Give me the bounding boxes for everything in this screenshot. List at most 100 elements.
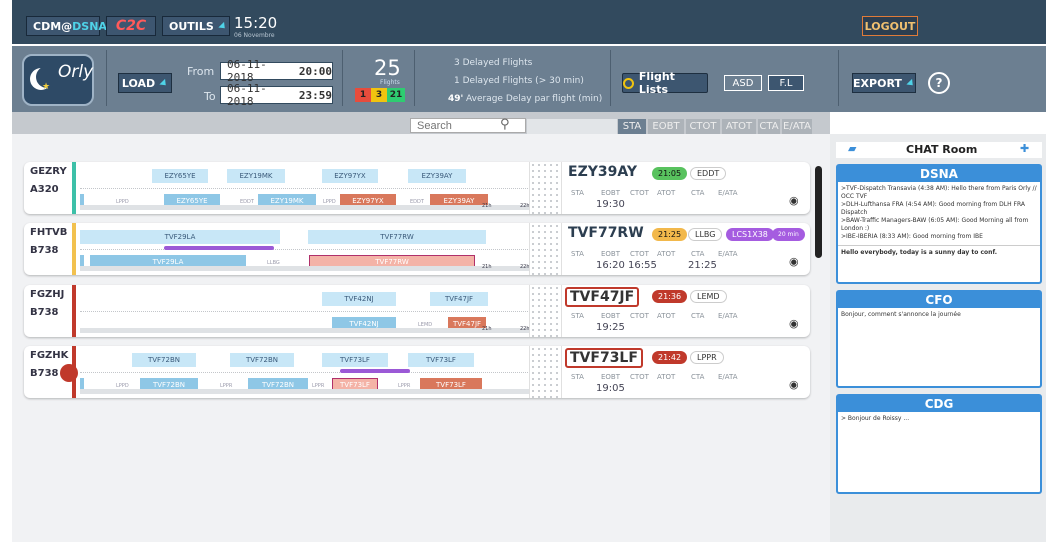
delay-bar [340, 369, 410, 373]
hdr-sta: STA [571, 312, 584, 320]
cdm-dsna-button[interactable]: CDM@ DSNA [26, 16, 107, 36]
hdr-atot: ATOT [657, 373, 676, 381]
eobt-value: 19:30 [596, 199, 625, 210]
from-date-field[interactable]: 06-11-2018 20:00 [220, 58, 333, 84]
hdr-eobt: EOBT [601, 189, 621, 197]
logo-text: Orly [58, 62, 94, 82]
dest-pill: EDDT [690, 167, 727, 180]
eye-icon[interactable]: ◉ [789, 194, 799, 207]
message-list: >TVF-Dispatch Transavia (4:38 AM): Hello… [838, 182, 1040, 246]
segment[interactable]: TVF72BN [132, 353, 196, 367]
logout-button[interactable]: LOGOUT [862, 16, 918, 36]
chat-message: >TVF-Dispatch Transavia (4:38 AM): Hello… [841, 185, 1037, 200]
load-button[interactable]: LOAD [118, 73, 172, 93]
status-band [72, 162, 76, 214]
flight-number[interactable]: TVF73LF [565, 348, 643, 368]
segment[interactable]: TVF29LA [80, 230, 280, 244]
panel-title: CFO [838, 292, 1040, 308]
segment[interactable]: TVF73LF [322, 353, 388, 367]
eye-icon[interactable]: ◉ [789, 255, 799, 268]
chat-message: > Bonjour de Roissy ... [841, 415, 910, 422]
flight-number[interactable]: TVF77RW [568, 225, 644, 241]
panel-title: DSNA [838, 166, 1040, 182]
chat-panel-cdg: CDG > Bonjour de Roissy ... [836, 394, 1042, 494]
flight-row[interactable]: GEZRY A320 EZY65YE EZY19MK EZY97YX EZY39… [24, 162, 810, 214]
time-axis: 21h 22h [80, 203, 530, 210]
avg-delay-value: 49' [448, 94, 464, 104]
from-date: 06-11-2018 [227, 58, 267, 84]
asd-label: ASD [732, 77, 754, 89]
flight-row[interactable]: FGZHJ B738 TVF42NJ TVF47JF TVF42NJ LEMD … [24, 285, 810, 337]
segment[interactable]: EZY65YE [152, 169, 208, 183]
from-label: From [187, 65, 215, 78]
chat-input[interactable]: Hello everybody, today is a sunny day to… [838, 246, 1040, 260]
cdm-prefix: CDM@ [33, 19, 73, 33]
badge-red: 1 [355, 88, 371, 102]
segment[interactable]: EZY97YX [322, 169, 378, 183]
chat-message: Bonjour, comment s'annonce la journée [841, 311, 961, 318]
export-button[interactable]: EXPORT [852, 73, 916, 93]
filter-blank [527, 119, 617, 134]
scrollbar[interactable] [815, 166, 822, 258]
time-axis [80, 389, 530, 394]
aircraft-type: A320 [30, 184, 59, 195]
hdr-eobt: EOBT [601, 312, 621, 320]
flight-row[interactable]: FHTVB B738 TVF29LA TVF77RW TVF29LA LLBG … [24, 223, 810, 275]
asd-button[interactable]: ASD [724, 75, 762, 91]
segment[interactable]: TVF47JF [430, 292, 488, 306]
hdr-eobt: EOBT [601, 250, 621, 258]
tab-atot[interactable]: ATOT [722, 119, 756, 134]
segment[interactable]: EZY39AY [408, 169, 466, 183]
delay-bar [164, 246, 274, 250]
registration: FHTVB [30, 227, 68, 238]
dest-pill: LPPR [690, 351, 724, 364]
fl-button[interactable]: F.L [768, 75, 804, 91]
hdr-ctot: CTOT [630, 250, 649, 258]
ctot-value: 16:55 [628, 260, 657, 271]
flight-number[interactable]: EZY39AY [568, 164, 637, 180]
timeline-line [80, 372, 530, 373]
timeline: TVF72BN TVF72BN TVF73LF TVF73LF LPPD TVF… [80, 348, 530, 396]
avg-delay-text: Average Delay par flight (min) [466, 94, 603, 104]
help-button[interactable]: ? [928, 72, 950, 94]
flight-row[interactable]: FGZHK B738 TVF72BN TVF72BN TVF73LF TVF73… [24, 346, 810, 398]
segment[interactable]: TVF77RW [308, 230, 486, 244]
segment[interactable]: TVF42NJ [322, 292, 396, 306]
chat-title: CHAT Room [906, 143, 978, 156]
eobt-value: 19:05 [596, 383, 625, 394]
tab-eata[interactable]: E/ATA [782, 119, 812, 134]
hdr-eata: E/ATA [718, 312, 738, 320]
tab-sta[interactable]: STA [618, 119, 646, 134]
flights-count: 25 [374, 56, 401, 80]
add-chat-icon[interactable]: ✚ [1020, 142, 1029, 155]
search-icon[interactable]: ⚲ [500, 117, 510, 132]
divider [838, 50, 839, 106]
time-pill: 21:36 [652, 290, 688, 303]
timeline: EZY65YE EZY19MK EZY97YX EZY39AY LPPD EZY… [80, 164, 530, 212]
dotted-zone [529, 162, 562, 214]
flight-number[interactable]: TVF47JF [565, 287, 640, 307]
flight-lists-button[interactable]: Flight Lists [622, 70, 708, 96]
tab-cta[interactable]: CTA [758, 119, 780, 134]
c2c-button[interactable]: C2C [106, 16, 156, 36]
eye-icon[interactable]: ◉ [789, 317, 799, 330]
chat-bubble-icon: ▰ [848, 142, 857, 155]
delayed-flights-30: 1 Delayed Flights (> 30 min) [454, 76, 584, 86]
outils-menu[interactable]: OUTILS [162, 16, 230, 36]
segment[interactable]: TVF72BN [230, 353, 294, 367]
hdr-atot: ATOT [657, 189, 676, 197]
to-date-field[interactable]: 06-11-2018 23:59 [220, 82, 333, 108]
orly-logo: ★ Orly [22, 54, 94, 106]
star-icon: ★ [42, 82, 51, 92]
divider [610, 50, 611, 106]
registration: FGZHK [30, 350, 69, 361]
axis-tick: 21h [482, 203, 492, 209]
axis-tick: 21h [482, 326, 492, 332]
segment[interactable]: EZY19MK [227, 169, 285, 183]
tab-eobt[interactable]: EOBT [648, 119, 684, 134]
eye-icon[interactable]: ◉ [789, 378, 799, 391]
segment[interactable]: TVF73LF [408, 353, 474, 367]
tab-ctot[interactable]: CTOT [686, 119, 720, 134]
badge-green: 21 [387, 88, 405, 102]
dotted-zone [529, 346, 562, 398]
